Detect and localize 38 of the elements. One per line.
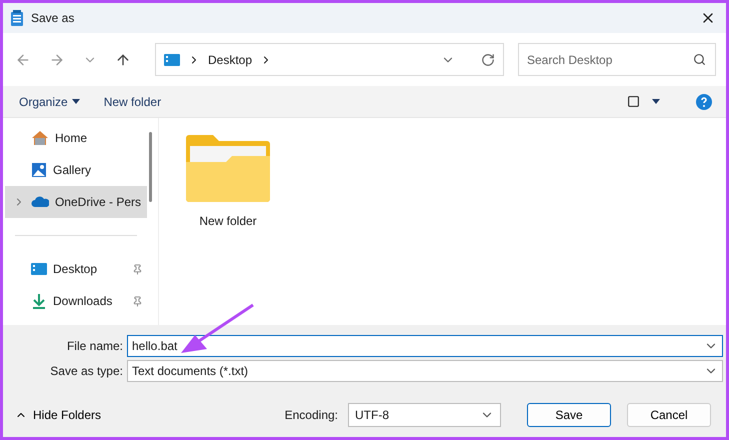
help-icon[interactable] (696, 94, 712, 110)
breadcrumb[interactable]: Desktop (208, 52, 252, 66)
folder-icon (186, 134, 270, 202)
address-bar[interactable]: Desktop (155, 43, 504, 76)
save-button[interactable]: Save (527, 403, 611, 427)
gallery-icon (31, 162, 47, 178)
sidebar-item[interactable]: OneDrive - Pers (5, 186, 147, 218)
sidebar-item[interactable]: Home (5, 122, 147, 154)
pin-icon (132, 264, 143, 274)
field-label: Save as type: (49, 364, 123, 378)
view-icon (627, 95, 640, 108)
refresh-icon (481, 52, 495, 66)
notepad-icon (11, 10, 23, 26)
search-icon (693, 53, 706, 66)
field-label: File name: (66, 339, 123, 353)
encoding-dropdown[interactable]: UTF-8 (348, 403, 501, 427)
cancel-button[interactable]: Cancel (627, 403, 711, 427)
new-folder-button[interactable]: New folder (104, 94, 162, 108)
pin-icon (132, 296, 143, 306)
caret-icon (652, 99, 660, 104)
desktop-icon (164, 52, 180, 66)
view-button[interactable] (627, 95, 660, 108)
download-icon (31, 293, 47, 309)
hide-folders-button[interactable]: Hide Folders (15, 408, 102, 422)
sidebar-item[interactable]: Gallery (5, 154, 147, 186)
organize-button[interactable]: Organize (19, 94, 80, 108)
desktop-icon (31, 262, 47, 276)
sidebar-item[interactable]: Downloads (5, 285, 147, 317)
home-icon (31, 130, 49, 146)
file-name-field[interactable]: hello.bat (127, 335, 723, 357)
cloud-icon (30, 196, 49, 208)
search-field[interactable]: Search Desktop (518, 43, 716, 76)
sidebar-item[interactable]: Desktop (5, 253, 147, 285)
caret-icon (72, 99, 80, 104)
window-title: Save as (31, 11, 76, 25)
encoding-label: Encoding: (284, 408, 338, 422)
file-type-dropdown[interactable]: Text documents (*.txt) (127, 360, 723, 382)
folder-item[interactable]: New folder (183, 134, 273, 228)
